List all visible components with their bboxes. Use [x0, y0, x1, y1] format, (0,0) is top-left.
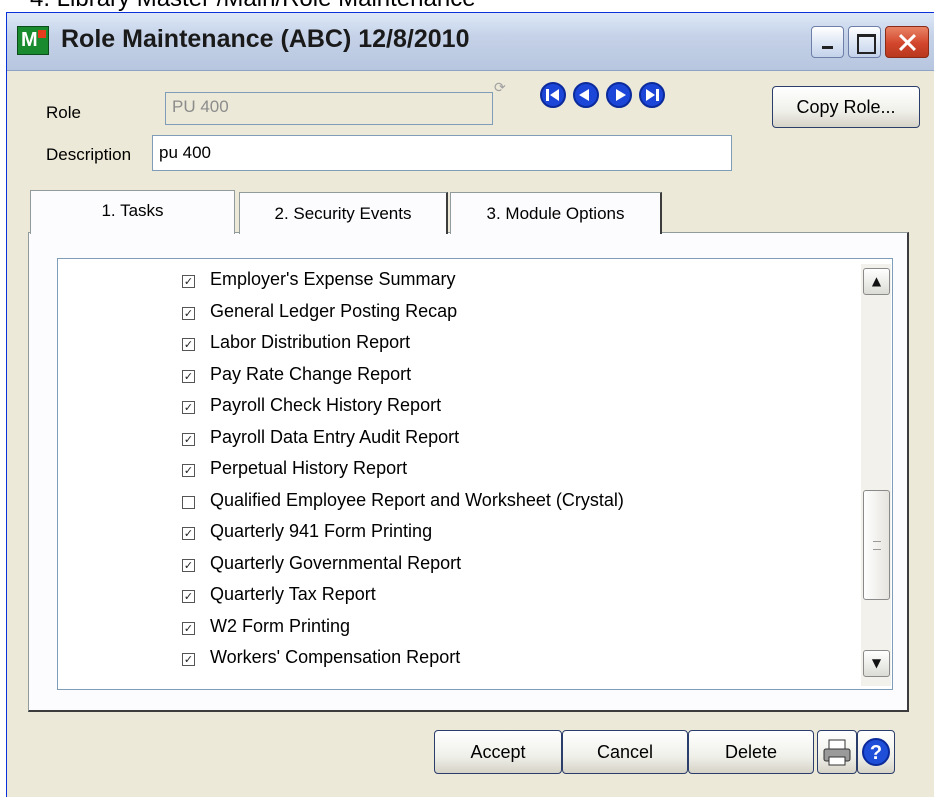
task-label: Quarterly Tax Report — [210, 584, 376, 604]
minimize-icon[interactable] — [811, 26, 844, 58]
scroll-thumb[interactable] — [863, 490, 890, 600]
task-label: Payroll Data Entry Audit Report — [210, 426, 460, 447]
tasks-scrollbar[interactable]: ▲ ▼ — [861, 264, 891, 686]
copy-role-button[interactable]: Copy Role... — [772, 86, 920, 128]
task-label: Qualified Employee Report and Worksheet … — [210, 489, 624, 510]
checked-checkbox-icon[interactable]: ✓ — [182, 338, 195, 351]
previous-record-icon[interactable] — [573, 82, 599, 108]
checked-checkbox-icon[interactable]: ✓ — [182, 464, 195, 477]
tab-module-options[interactable]: 3. Module Options — [450, 192, 662, 234]
app-icon: M — [17, 26, 49, 55]
checked-checkbox-icon[interactable]: ✓ — [182, 401, 195, 414]
last-record-icon[interactable] — [639, 82, 665, 108]
close-icon[interactable] — [885, 26, 929, 58]
accept-button[interactable]: Accept — [434, 730, 562, 774]
maximize-icon[interactable] — [848, 26, 881, 58]
task-label: Employer's Expense Summary — [210, 269, 456, 289]
checked-checkbox-icon[interactable]: ✓ — [182, 306, 195, 320]
tab-security-events[interactable]: 2. Security Events — [239, 192, 448, 234]
help-icon[interactable]: ? — [857, 730, 895, 774]
title-bar[interactable]: M Role Maintenance (ABC) 12/8/2010 — [7, 13, 934, 71]
first-record-icon[interactable] — [540, 82, 566, 108]
checked-checkbox-icon[interactable]: ✓ — [182, 590, 195, 603]
delete-button[interactable]: Delete — [688, 730, 814, 774]
description-label: Description — [46, 145, 132, 164]
unchecked-checkbox-icon[interactable] — [182, 495, 195, 509]
checked-checkbox-icon[interactable]: ✓ — [182, 369, 195, 383]
scroll-down-icon[interactable]: ▼ — [863, 650, 890, 677]
svg-text:?: ? — [870, 742, 882, 764]
checked-checkbox-icon[interactable]: ✓ — [182, 275, 195, 288]
task-label: General Ledger Posting Recap — [210, 300, 458, 321]
task-label: Workers' Compensation Report — [210, 647, 461, 667]
role-label: Role — [46, 103, 81, 122]
task-label: Labor Distribution Report — [210, 332, 411, 352]
tab-tasks[interactable]: 1. Tasks — [30, 190, 235, 234]
checked-checkbox-icon[interactable]: ✓ — [182, 527, 195, 540]
task-label: Quarterly 941 Form Printing — [210, 521, 433, 541]
task-label: Perpetual History Report — [210, 458, 408, 478]
role-field: PU 400 — [165, 92, 493, 125]
checked-checkbox-icon[interactable]: ✓ — [182, 621, 195, 635]
checked-checkbox-icon[interactable]: ✓ — [182, 432, 195, 446]
cancel-button[interactable]: Cancel — [562, 730, 688, 774]
printer-icon[interactable] — [817, 730, 857, 774]
description-field[interactable]: pu 400 — [152, 135, 732, 171]
scroll-up-icon[interactable]: ▲ — [863, 268, 890, 295]
task-label: Payroll Check History Report — [210, 395, 442, 415]
checked-checkbox-icon[interactable]: ✓ — [182, 558, 195, 572]
task-label: Pay Rate Change Report — [210, 363, 412, 384]
task-label: Quarterly Governmental Report — [210, 552, 462, 573]
tasks-list[interactable]: ✓ Employer's Expense Summary ✓ General Ledg… — [57, 258, 893, 690]
next-record-icon[interactable] — [606, 82, 632, 108]
task-label: W2 Form Printing — [210, 615, 351, 636]
checked-checkbox-icon[interactable]: ✓ — [182, 653, 195, 666]
window-title: Role Maintenance (ABC) 12/8/2010 — [61, 25, 470, 53]
lookup-icon[interactable]: ⟳ — [494, 80, 506, 96]
